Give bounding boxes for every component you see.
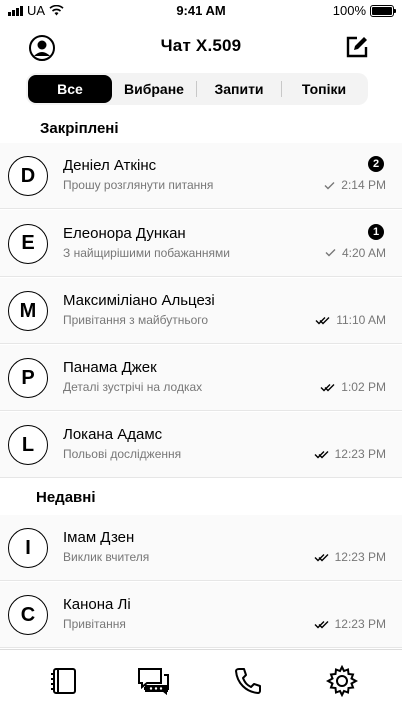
- double-check-icon: [315, 316, 330, 324]
- chat-time: 4:20 AM: [325, 246, 386, 260]
- check-icon: [324, 181, 335, 189]
- avatar: C: [8, 595, 48, 635]
- tab-topics[interactable]: Топіки: [282, 75, 366, 103]
- avatar: L: [8, 425, 48, 465]
- battery-percent: 100%: [332, 3, 366, 18]
- settings-icon: [326, 665, 358, 697]
- chats-icon: [138, 668, 169, 696]
- chat-name: Імам Дзен: [63, 529, 135, 546]
- chat-time-text: 2:14 PM: [341, 178, 386, 192]
- page-title: Чат X.509: [160, 36, 242, 55]
- chat-row[interactable]: I Імам Дзен Виклик вчителя 12:23 PM: [0, 515, 402, 581]
- chat-row[interactable]: D Деніел Аткінс Прошу розглянути питання 2:…: [0, 143, 402, 209]
- battery-fill: [372, 6, 392, 15]
- chat-time: 2:14 PM: [324, 178, 386, 192]
- nav-calls[interactable]: [231, 664, 265, 698]
- chat-preview: З найщирішими побажаннями: [63, 245, 230, 260]
- double-check-icon: [314, 620, 329, 628]
- nav-contacts[interactable]: [47, 664, 81, 698]
- chat-time-text: 4:20 AM: [341, 245, 386, 260]
- chat-time: 12:23 PM: [314, 447, 386, 461]
- chat-preview: Прошу розглянути питання: [63, 178, 214, 192]
- avatar: E: [8, 223, 48, 264]
- filter-tabs: Все Вибране Запити Топіки: [26, 73, 368, 105]
- avatar: M: [8, 291, 48, 331]
- tab-all[interactable]: Все: [28, 75, 112, 103]
- chat-preview: Привітання: [63, 617, 126, 631]
- header: Чат X.509: [0, 28, 402, 66]
- avatar: D: [8, 156, 48, 196]
- chat-time: 11:10 AM: [315, 313, 386, 327]
- chat-time-text: 12:23 PM: [334, 550, 386, 564]
- chat-time-text: 12:23 PM: [334, 617, 386, 631]
- tab-favorites[interactable]: Вибране: [112, 75, 196, 103]
- compose-icon: [346, 36, 368, 58]
- status-bar: UA 9:41 AM 100%: [0, 0, 402, 22]
- unread-badge: 2: [368, 156, 384, 172]
- battery-icon: [370, 4, 396, 17]
- chat-name: Максиміліано Альцезі: [63, 292, 215, 309]
- chat-name: Елеонора Дункан: [63, 224, 186, 242]
- section-recent-title: Недавні: [36, 489, 96, 506]
- chat-name: Панама Джек: [63, 359, 157, 376]
- chat-name: Канона Лі: [63, 596, 131, 613]
- chat-time: 12:23 PM: [314, 617, 386, 631]
- bottom-nav: [0, 649, 402, 715]
- chat-time-text: 1:02 PM: [341, 380, 386, 394]
- section-pinned-title: Закріплені: [40, 120, 119, 137]
- chat-preview: Виклик вчителя: [63, 550, 150, 564]
- unread-badge: 1: [368, 223, 384, 240]
- contacts-icon: [51, 668, 76, 694]
- nav-settings[interactable]: [325, 664, 359, 698]
- chat-row[interactable]: P Панама Джек Деталі зустрічі на лодках 1:0…: [0, 345, 402, 411]
- chat-time-text: 12:23 PM: [334, 447, 386, 461]
- nav-chats[interactable]: [136, 664, 170, 698]
- chat-preview: Деталі зустрічі на лодках: [63, 380, 203, 394]
- chat-time: 1:02 PM: [320, 380, 386, 394]
- chat-row[interactable]: M Максиміліано Альцезі Привітання з майбут…: [0, 278, 402, 344]
- status-right: 100%: [332, 3, 396, 18]
- compose-button[interactable]: [344, 34, 370, 60]
- chat-name: Деніел Аткінс: [63, 157, 157, 174]
- double-check-icon: [314, 450, 329, 458]
- check-icon: [325, 249, 336, 257]
- tab-requests[interactable]: Запити: [197, 75, 281, 103]
- chat-preview: Польові дослідження: [63, 447, 182, 461]
- chat-time-text: 11:10 AM: [336, 313, 386, 327]
- double-check-icon: [314, 553, 329, 561]
- chat-row[interactable]: C Канона Лі Привітання 12:23 PM: [0, 582, 402, 648]
- chat-time: 12:23 PM: [314, 550, 386, 564]
- chat-name: Локана Адамс: [63, 426, 163, 443]
- chat-preview: Привітання з майбутнього: [63, 313, 209, 327]
- avatar: I: [8, 528, 48, 568]
- chat-row[interactable]: E Елеонора Дункан З найщирішими побажанням…: [0, 210, 402, 277]
- chat-row[interactable]: L Локана Адамс Польові дослідження 12:23 PM: [0, 412, 402, 478]
- phone-icon: [235, 668, 261, 694]
- avatar: P: [8, 358, 48, 398]
- double-check-icon: [320, 383, 335, 391]
